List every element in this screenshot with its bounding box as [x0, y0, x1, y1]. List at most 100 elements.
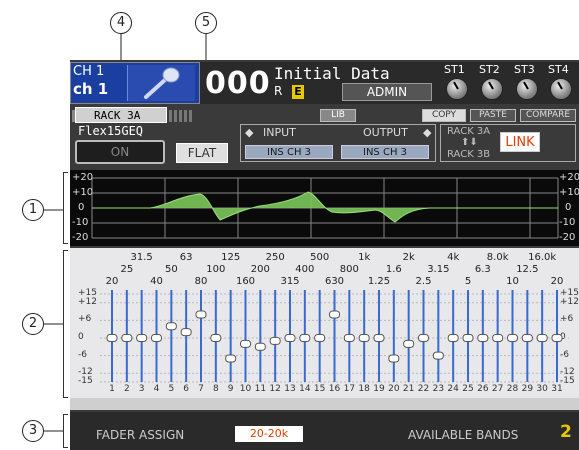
- frequency-label: 200: [250, 264, 270, 275]
- scene-title: Initial Data: [274, 64, 390, 83]
- channel-number: CH 1: [73, 64, 105, 79]
- input-patch-select[interactable]: INS CH 3: [245, 145, 333, 159]
- fader-knob-band-12[interactable]: [269, 336, 281, 345]
- fader-knob-band-14[interactable]: [299, 334, 311, 342]
- frequency-label: 63: [179, 252, 193, 263]
- fader-knob-band-18[interactable]: [358, 334, 370, 342]
- on-button[interactable]: ON: [75, 140, 165, 164]
- fader-knob-band-26[interactable]: [477, 334, 489, 342]
- fader-knob-band-31[interactable]: [551, 334, 563, 342]
- link-arrows-icon: ⬆⬇: [461, 137, 478, 148]
- scene-number: 000: [205, 66, 271, 101]
- band-number: 22: [417, 384, 430, 394]
- fader-knob-band-10[interactable]: [240, 339, 251, 348]
- fader-knob-band-30[interactable]: [536, 334, 548, 342]
- st3-knob-icon[interactable]: [516, 78, 538, 100]
- fader-knob-band-20[interactable]: [388, 354, 400, 363]
- band-number: 30: [536, 384, 548, 394]
- copy-button[interactable]: COPY: [422, 109, 466, 122]
- lib-button[interactable]: LIB: [320, 109, 356, 122]
- output-label: OUTPUT: [363, 126, 408, 139]
- channel-name: ch 1: [73, 80, 109, 98]
- compare-button[interactable]: COMPARE: [520, 109, 576, 122]
- fader-bank[interactable]: [70, 286, 579, 386]
- frequency-label: 12.5: [516, 264, 539, 275]
- tick-label: 0: [565, 202, 572, 213]
- band-number: 6: [183, 384, 190, 394]
- fader-scrollbar[interactable]: [70, 398, 579, 410]
- st4-label: ST4: [548, 63, 569, 76]
- frequency-label: 3.15: [427, 264, 450, 275]
- user-level[interactable]: ADMIN: [342, 83, 432, 101]
- band-number: 10: [239, 384, 252, 394]
- tick-label: -20: [72, 232, 89, 243]
- fader-knob-band-21[interactable]: [403, 339, 415, 348]
- fader-knob-band-4[interactable]: [151, 334, 162, 342]
- scene-re-label: R: [274, 84, 283, 98]
- paste-button[interactable]: PASTE: [470, 109, 516, 122]
- callout-1: 1: [22, 199, 44, 221]
- fader-knob-band-28[interactable]: [507, 334, 518, 342]
- band-number: 16: [328, 384, 341, 394]
- fader-knob-band-8[interactable]: [210, 334, 222, 342]
- graph-left-axis: +20 +10 0 -10 -20: [72, 172, 94, 246]
- fader-knob-band-25[interactable]: [462, 334, 474, 342]
- fader-knob-band-2[interactable]: [121, 334, 133, 342]
- band-numbers: 1 2 3 4 5 6 7 8 9 10 11 12 13 14 15 16 17 18 19 20 21 22 23 24 2…: [70, 384, 579, 398]
- bracket-graph: [63, 172, 68, 244]
- frequency-label: 500: [310, 252, 330, 263]
- st2-knob-icon[interactable]: [481, 78, 503, 100]
- fader-assign-range-button[interactable]: 20-20k: [235, 426, 303, 442]
- available-bands-label: AVAILABLE BANDS: [408, 428, 519, 442]
- fader-knob-band-24[interactable]: [447, 334, 459, 342]
- fader-knob-band-29[interactable]: [521, 334, 533, 342]
- fader-knob-band-23[interactable]: [432, 351, 444, 360]
- input-label: INPUT: [263, 126, 296, 139]
- st4-knob-icon[interactable]: [550, 78, 572, 100]
- tab-rack-3a[interactable]: RACK 3A: [75, 107, 167, 123]
- band-number: 18: [358, 384, 370, 394]
- band-number: 2: [123, 384, 130, 394]
- tick-label: -20: [559, 232, 576, 243]
- flat-button[interactable]: FLAT: [176, 143, 228, 163]
- st1-knob-icon[interactable]: [446, 78, 468, 100]
- band-number: 14: [299, 384, 311, 394]
- channel-select[interactable]: CH 1 ch 1: [70, 62, 200, 104]
- fader-knob-band-22[interactable]: [418, 334, 429, 342]
- fader-knob-band-17[interactable]: [343, 334, 355, 342]
- fader-knob-band-9[interactable]: [225, 354, 237, 363]
- band-number: 9: [227, 384, 234, 394]
- band-number: 23: [432, 384, 445, 394]
- link-rack-top: RACK 3A: [447, 126, 491, 137]
- fader-knob-band-15[interactable]: [314, 334, 326, 342]
- output-patch-select[interactable]: INS CH 3: [341, 145, 429, 159]
- st3-label: ST3: [514, 63, 535, 76]
- mic-icon: [127, 65, 195, 101]
- fader-knob-band-5[interactable]: [165, 322, 177, 331]
- link-rack-bottom: RACK 3B: [447, 149, 491, 160]
- fader-knob-band-16[interactable]: [329, 310, 340, 319]
- fader-knob-band-19[interactable]: [373, 334, 385, 342]
- band-number: 13: [284, 384, 296, 394]
- graph-right-axis: +20 +10 0 -10 -20: [559, 172, 579, 246]
- fader-knob-band-11[interactable]: [254, 342, 266, 351]
- tick-label: -10: [72, 217, 89, 228]
- band-number: 4: [153, 384, 160, 394]
- tick-label: +20: [559, 172, 579, 183]
- fader-knob-band-13[interactable]: [284, 334, 296, 342]
- fader-knob-band-1[interactable]: [106, 334, 118, 342]
- band-number: 24: [447, 384, 459, 394]
- tick-label: +20: [72, 172, 94, 183]
- scene-area[interactable]: 000 Initial Data R E ADMIN: [200, 62, 440, 104]
- frequency-label: 4k: [447, 252, 460, 263]
- link-button[interactable]: LINK: [500, 132, 540, 152]
- st2-label: ST2: [479, 63, 500, 76]
- fader-knob-band-27[interactable]: [492, 334, 504, 342]
- rack-tabs-inactive-icon[interactable]: [169, 108, 229, 122]
- fader-knob-band-6[interactable]: [180, 328, 192, 337]
- frequency-label: 1.6: [385, 264, 402, 275]
- fader-knob-band-7[interactable]: [195, 310, 207, 319]
- fader-knob-band-3[interactable]: [136, 334, 148, 342]
- callout-5: 5: [195, 12, 217, 34]
- frequency-label: 31.5: [130, 252, 153, 263]
